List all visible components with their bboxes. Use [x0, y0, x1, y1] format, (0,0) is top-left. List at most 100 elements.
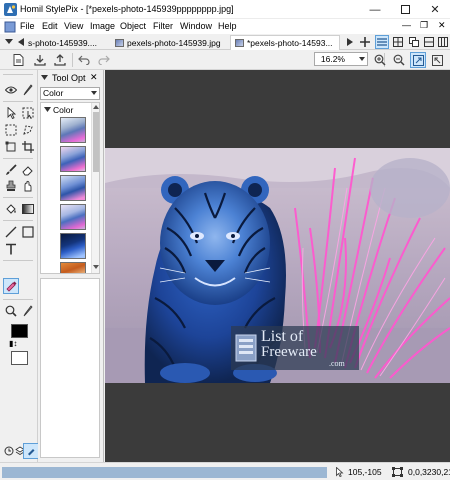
scroll-thumb[interactable] [93, 112, 99, 172]
tab-scroll-right-icon[interactable] [343, 35, 357, 49]
rectangle-tool-icon[interactable] [20, 224, 36, 240]
scroll-down-icon[interactable] [93, 265, 99, 269]
menu-help[interactable]: Help [218, 21, 237, 31]
preset-thumbnail[interactable] [60, 233, 86, 259]
color-picker-icon[interactable] [20, 303, 36, 319]
eyedropper-icon[interactable] [20, 82, 36, 98]
fill-bucket-icon[interactable] [3, 201, 19, 217]
actual-size-icon[interactable] [429, 52, 445, 68]
undo-icon[interactable] [76, 52, 92, 68]
select-all-icon[interactable] [3, 139, 19, 155]
tool-options-icon[interactable] [23, 443, 39, 459]
panel-close-icon[interactable]: ✕ [90, 72, 98, 83]
scroll-up-icon[interactable] [93, 105, 99, 109]
mdi-restore-icon[interactable]: ❐ [420, 20, 428, 31]
preset-thumbnail[interactable] [60, 262, 86, 273]
eraser-icon[interactable] [20, 162, 36, 178]
zoom-tool-icon[interactable] [3, 303, 19, 319]
cascade-icon[interactable] [407, 35, 421, 49]
selection-size: 0,0,3230,2160 [408, 467, 450, 477]
tile-horizontal-icon[interactable] [422, 35, 436, 49]
redo-icon[interactable] [96, 52, 112, 68]
title-bar: Homil StylePix - [*pexels-photo-145939pp… [0, 0, 450, 19]
app-icon [4, 3, 17, 16]
tools-separator [3, 74, 33, 75]
cursor-position-icon [336, 467, 344, 477]
tools-column: ▮↕ [0, 70, 39, 463]
menu-window[interactable]: Window [180, 21, 212, 31]
foreground-color-swatch[interactable] [11, 324, 28, 338]
brush-icon[interactable] [3, 162, 19, 178]
options-area [40, 278, 100, 458]
tab-document-2[interactable]: pexels-photo-145939.jpg [111, 35, 229, 50]
list-scrollbar[interactable] [91, 103, 99, 273]
clone-stamp-icon[interactable] [3, 178, 19, 194]
preset-thumbnail[interactable] [60, 175, 86, 201]
main-toolbar [0, 50, 450, 70]
zoom-in-icon[interactable] [372, 52, 388, 68]
tile-vertical-icon[interactable] [375, 35, 389, 49]
lasso-select-icon[interactable] [20, 122, 36, 138]
canvas-area[interactable]: List of Freeware .com [105, 70, 450, 462]
menu-object[interactable]: Object [120, 21, 146, 31]
menu-file[interactable]: File [20, 21, 35, 31]
menu-filter[interactable]: Filter [153, 21, 173, 31]
tree-expand-icon[interactable] [44, 107, 51, 113]
mdi-close-icon[interactable]: ✕ [438, 20, 446, 31]
status-bar: 105,-105 0,0,3230,2160 [0, 462, 450, 480]
selection-size-icon [392, 467, 403, 477]
option-dropdown-value: Color [43, 88, 64, 98]
close-icon[interactable]: ✕ [420, 0, 450, 19]
tools-separator [3, 158, 33, 159]
preset-thumbnail[interactable] [60, 204, 86, 230]
transform-select-icon[interactable] [20, 105, 36, 121]
open-file-icon[interactable] [32, 52, 48, 68]
tab-bar: s-photo-145939.... pexels-photo-145939.j… [0, 34, 450, 50]
minimize-icon[interactable]: — [360, 0, 390, 19]
tile-grid-icon[interactable] [391, 35, 405, 49]
tab-label: pexels-photo-145939.jpg [127, 37, 221, 48]
menu-view[interactable]: View [64, 21, 83, 31]
tab-document-1[interactable]: s-photo-145939.... [24, 35, 110, 50]
menu-image[interactable]: Image [90, 21, 115, 31]
document-icon[interactable] [4, 21, 16, 33]
mdi-minimize-icon[interactable]: — [402, 20, 411, 30]
crop-icon[interactable] [20, 139, 36, 155]
maximize-icon[interactable] [390, 0, 420, 19]
tab-label: s-photo-145939.... [28, 37, 97, 48]
fit-to-window-icon[interactable] [410, 52, 426, 68]
image-canvas[interactable]: List of Freeware .com [105, 148, 450, 383]
smudge-icon[interactable] [20, 178, 36, 194]
swap-colors-icon[interactable]: ▮↕ [9, 339, 17, 348]
menu-edit[interactable]: Edit [42, 21, 58, 31]
cursor-coordinates: 105,-105 [348, 467, 382, 477]
watermark-line-2: Freeware [261, 344, 317, 360]
tab-document-3[interactable]: *pexels-photo-14593... [230, 35, 340, 50]
line-tool-icon[interactable] [3, 224, 19, 240]
tools-separator [3, 220, 33, 221]
chevron-down-icon [91, 91, 97, 95]
preset-thumbnail[interactable] [60, 117, 86, 143]
preset-thumbnail[interactable] [60, 146, 86, 172]
pointer-icon[interactable] [3, 105, 19, 121]
tab-label: *pexels-photo-14593... [247, 38, 333, 48]
color-adjust-icon[interactable] [3, 278, 19, 294]
option-dropdown[interactable]: Color [40, 87, 100, 100]
zoom-level-field[interactable]: 16.2% [314, 52, 358, 66]
new-tab-icon[interactable] [358, 35, 372, 49]
rectangle-select-icon[interactable] [3, 122, 19, 138]
new-file-icon[interactable] [10, 52, 26, 68]
zoom-out-icon[interactable] [391, 52, 407, 68]
save-file-icon[interactable] [52, 52, 68, 68]
gradient-icon[interactable] [20, 201, 36, 217]
watermark-badge-icon [235, 334, 257, 362]
window-grid-icon[interactable] [436, 35, 450, 49]
background-color-swatch[interactable] [11, 351, 28, 365]
window-title: Homil StylePix - [*pexels-photo-145939pp… [20, 4, 234, 14]
zoom-dropdown-icon[interactable] [357, 52, 368, 66]
preset-list[interactable]: Color [40, 102, 100, 274]
text-tool-icon[interactable] [3, 241, 19, 257]
watermark-logo: List of Freeware .com [231, 326, 359, 370]
eye-icon[interactable] [3, 82, 19, 98]
collapse-panel-icon[interactable] [41, 73, 48, 83]
